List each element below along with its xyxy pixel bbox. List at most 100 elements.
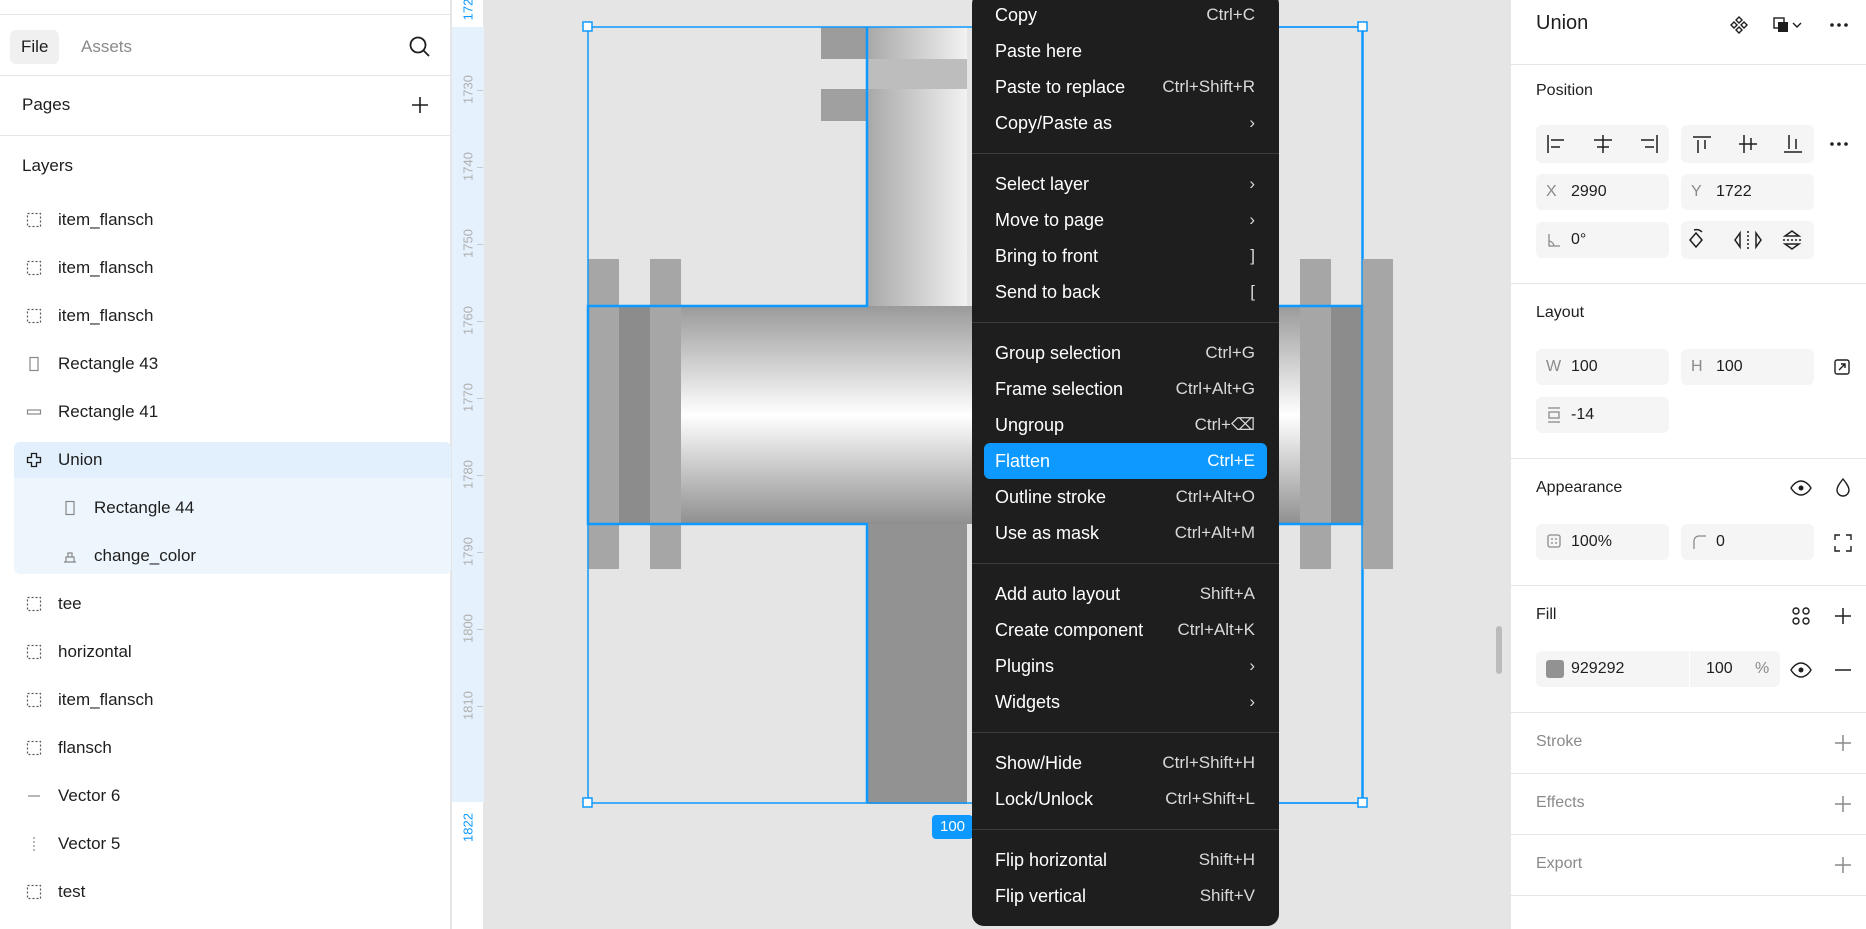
layer-label: Vector 6 bbox=[58, 786, 121, 805]
rotation-field[interactable]: 0° bbox=[1536, 222, 1669, 258]
menu-item-flatten[interactable]: Flatten Ctrl+E bbox=[984, 443, 1267, 479]
divider bbox=[1511, 64, 1866, 65]
menu-item-use-as-mask[interactable]: Use as mask Ctrl+Alt+M bbox=[984, 515, 1267, 551]
menu-item-label: Send to back bbox=[995, 282, 1101, 302]
ruler-tick-label: 1810 bbox=[460, 691, 476, 720]
layer-item[interactable]: Rectangle 44 bbox=[0, 484, 451, 532]
menu-item-label: Create component bbox=[995, 620, 1144, 640]
add-page-button[interactable] bbox=[407, 92, 433, 118]
layer-item[interactable]: tee bbox=[0, 580, 451, 628]
appearance-title: Appearance bbox=[1536, 479, 1623, 496]
ruler-mark bbox=[477, 321, 483, 322]
divider bbox=[1511, 712, 1866, 713]
menu-item-paste-to-replace[interactable]: Paste to replace Ctrl+Shift+R bbox=[984, 69, 1267, 105]
transform-group bbox=[1681, 221, 1814, 259]
x-field[interactable]: X 2990 bbox=[1536, 174, 1669, 210]
menu-item-plugins[interactable]: Plugins › bbox=[984, 648, 1267, 684]
menu-item-flip-horizontal[interactable]: Flip horizontal Shift+H bbox=[984, 842, 1267, 878]
menu-item-widgets[interactable]: Widgets › bbox=[984, 684, 1267, 720]
menu-item-show-hide[interactable]: Show/Hide Ctrl+Shift+H bbox=[984, 745, 1267, 781]
layer-item[interactable]: flansch bbox=[0, 724, 451, 772]
menu-item-move-to-page[interactable]: Move to page › bbox=[984, 202, 1267, 238]
ruler-mark bbox=[477, 475, 483, 476]
tab-file[interactable]: File bbox=[10, 30, 60, 64]
fill-visibility-icon[interactable] bbox=[1786, 655, 1816, 685]
canvas-scrollbar[interactable] bbox=[1496, 626, 1502, 674]
layer-item[interactable]: item_flansch bbox=[0, 196, 451, 244]
tab-assets[interactable]: Assets bbox=[70, 30, 143, 64]
position-title: Position bbox=[1536, 82, 1593, 99]
size-badge: 100 bbox=[932, 815, 974, 839]
menu-item-select-layer[interactable]: Select layer › bbox=[984, 166, 1267, 202]
ruler-mark bbox=[477, 167, 483, 168]
menu-item-shortcut: Ctrl+Shift+H bbox=[1162, 753, 1255, 772]
menu-item-add-auto-layout[interactable]: Add auto layout Shift+A bbox=[984, 576, 1267, 612]
layer-item[interactable]: Union bbox=[0, 436, 451, 484]
layer-item[interactable]: change_color bbox=[0, 532, 451, 580]
add-effect-icon[interactable] bbox=[1828, 789, 1858, 819]
vertical-ruler: 1730 1740 1750 1760 1770 1780 1790 1800 1810 172… bbox=[452, 0, 484, 929]
y-label: Y bbox=[1691, 183, 1702, 200]
component-icon[interactable] bbox=[1724, 10, 1754, 40]
menu-item-outline-stroke[interactable]: Outline stroke Ctrl+Alt+O bbox=[984, 479, 1267, 515]
divider bbox=[0, 14, 450, 15]
menu-item-copy-paste-as[interactable]: Copy/Paste as › bbox=[984, 105, 1267, 141]
layer-item[interactable]: item_flansch bbox=[0, 244, 451, 292]
layer-item[interactable]: item_flansch bbox=[0, 292, 451, 340]
menu-item-ungroup[interactable]: Ungroup Ctrl+⌫ bbox=[984, 407, 1267, 443]
menu-item-flip-vertical[interactable]: Flip vertical Shift+V bbox=[984, 878, 1267, 914]
chevron-down-icon[interactable] bbox=[1790, 12, 1804, 42]
layer-item[interactable]: Vector 5 bbox=[0, 820, 451, 868]
fill-swatch[interactable] bbox=[1546, 660, 1564, 678]
divider bbox=[0, 135, 450, 136]
layer-item[interactable]: Vector 6 bbox=[0, 772, 451, 820]
menu-item-lock-unlock[interactable]: Lock/Unlock Ctrl+Shift+L bbox=[984, 781, 1267, 817]
blend-mode-icon[interactable] bbox=[1828, 473, 1858, 503]
remove-fill-icon[interactable] bbox=[1828, 655, 1858, 685]
menu-item-bring-to-front[interactable]: Bring to front] bbox=[984, 238, 1267, 274]
corner-radius-field[interactable]: 0 bbox=[1681, 524, 1814, 560]
independent-corners-icon[interactable] bbox=[1828, 528, 1858, 558]
menu-item-shortcut: › bbox=[1249, 692, 1255, 711]
spacing-field[interactable]: -14 bbox=[1536, 397, 1669, 433]
menu-item-label: Move to page bbox=[995, 210, 1105, 230]
menu-item-group-selection[interactable]: Group selection Ctrl+G bbox=[984, 335, 1267, 371]
layers-title: Layers bbox=[22, 156, 74, 175]
add-export-icon[interactable] bbox=[1828, 850, 1858, 880]
pages-title: Pages bbox=[22, 95, 71, 114]
menu-item-paste-here[interactable]: Paste here bbox=[984, 33, 1267, 69]
layer-item[interactable]: test bbox=[0, 868, 451, 916]
menu-item-label: Flip vertical bbox=[995, 886, 1087, 906]
add-fill-icon[interactable] bbox=[1828, 601, 1858, 631]
menu-item-create-component[interactable]: Create component Ctrl+Alt+K bbox=[984, 612, 1267, 648]
menu-item-shortcut: ] bbox=[1250, 246, 1255, 265]
menu-item-copy[interactable]: Copy Ctrl+C bbox=[984, 0, 1267, 33]
resize-to-fit-icon[interactable] bbox=[1827, 352, 1857, 382]
rotation-value: 0° bbox=[1571, 231, 1587, 248]
menu-item-label: Plugins bbox=[995, 656, 1055, 676]
layer-label: horizontal bbox=[58, 642, 132, 661]
ruler-selection-end: 1822 bbox=[460, 813, 476, 842]
fill-color-field[interactable]: 929292 100 % bbox=[1536, 651, 1780, 687]
layer-item[interactable]: Rectangle 41 bbox=[0, 388, 451, 436]
y-field[interactable]: Y 1722 bbox=[1681, 174, 1814, 210]
menu-item-frame-selection[interactable]: Frame selection Ctrl+Alt+G bbox=[984, 371, 1267, 407]
add-stroke-icon[interactable] bbox=[1828, 728, 1858, 758]
search-icon[interactable] bbox=[405, 32, 435, 62]
vertical-align-group bbox=[1681, 125, 1814, 163]
frame-icon bbox=[26, 308, 42, 324]
canvas-right-area[interactable] bbox=[1279, 0, 1510, 929]
more-align-icon[interactable] bbox=[1824, 129, 1854, 159]
more-icon[interactable] bbox=[1824, 10, 1854, 40]
width-field[interactable]: W 100 bbox=[1536, 349, 1669, 385]
eye-icon[interactable] bbox=[1786, 473, 1816, 503]
menu-item-shortcut: Ctrl+E bbox=[1207, 451, 1255, 470]
layer-item[interactable]: item_flansch bbox=[0, 676, 451, 724]
opacity-field[interactable]: 100% bbox=[1536, 524, 1669, 560]
layer-item[interactable]: Rectangle 43 bbox=[0, 340, 451, 388]
layer-item[interactable]: horizontal bbox=[0, 628, 451, 676]
menu-item-send-to-back[interactable]: Send to back [ bbox=[984, 274, 1267, 310]
layer-label: Rectangle 44 bbox=[94, 498, 195, 517]
style-grid-icon[interactable] bbox=[1786, 601, 1816, 631]
height-field[interactable]: H 100 bbox=[1681, 349, 1814, 385]
